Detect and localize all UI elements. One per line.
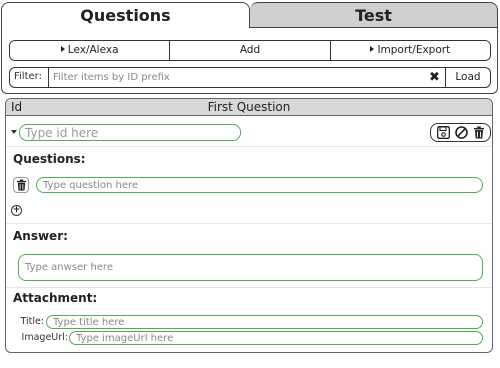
- section-divider: [6, 223, 492, 224]
- tab-bar: Questions Test: [1, 2, 498, 28]
- lex-alexa-button[interactable]: Lex/Alexa: [10, 41, 171, 60]
- title-label: Title:: [20, 316, 44, 327]
- filter-row: Filter: ✖ Load: [9, 67, 491, 88]
- trash-icon[interactable]: [473, 126, 485, 139]
- imageurl-input[interactable]: [69, 331, 483, 345]
- add-button[interactable]: Add: [170, 41, 331, 60]
- import-export-button[interactable]: Import/Export: [330, 41, 490, 60]
- attachment-section-label: Attachment:: [13, 291, 98, 305]
- title-input[interactable]: [46, 315, 483, 329]
- delete-question-button[interactable]: [13, 177, 29, 193]
- answer-input[interactable]: [18, 254, 483, 281]
- add-question-button[interactable]: +: [11, 205, 22, 216]
- expand-triangle-icon: [60, 46, 65, 52]
- column-header-id[interactable]: Id: [11, 99, 22, 115]
- load-button[interactable]: Load: [446, 67, 491, 88]
- question-input[interactable]: [36, 177, 483, 193]
- add-label: Add: [239, 44, 261, 56]
- list-header: First Question Id: [6, 99, 492, 116]
- imageurl-label: ImageUrl:: [21, 332, 68, 343]
- id-input[interactable]: [19, 124, 241, 141]
- expand-triangle-icon: [370, 46, 375, 52]
- collapse-caret-icon[interactable]: [11, 130, 17, 134]
- section-divider: [6, 287, 492, 288]
- filter-input[interactable]: [53, 70, 423, 85]
- import-export-label: Import/Export: [377, 44, 451, 56]
- tab-test[interactable]: Test: [250, 2, 498, 28]
- column-header-first-question: First Question: [207, 100, 291, 114]
- action-toolbar: Lex/Alexa Add Import/Export: [9, 40, 491, 61]
- trash-icon: [16, 179, 26, 191]
- filter-separator: [48, 68, 49, 87]
- answer-section-label: Answer:: [13, 229, 68, 243]
- question-list: First Question Id Type id here Questions…: [5, 98, 493, 353]
- cancel-icon[interactable]: [454, 126, 468, 139]
- questions-section-label: Questions:: [13, 152, 86, 166]
- filter-box: Filter: ✖: [9, 67, 446, 88]
- question-item-row: [6, 117, 492, 147]
- lex-alexa-label: Lex/Alexa: [67, 44, 119, 56]
- item-actions: [430, 123, 491, 142]
- filter-label: Filter:: [14, 71, 42, 82]
- clear-icon[interactable]: ✖: [429, 70, 440, 85]
- tab-questions[interactable]: Questions: [1, 2, 250, 28]
- save-icon[interactable]: [436, 126, 450, 139]
- questions-top-panel: Lex/Alexa Add Import/Export Filter: ✖ Lo…: [1, 27, 498, 94]
